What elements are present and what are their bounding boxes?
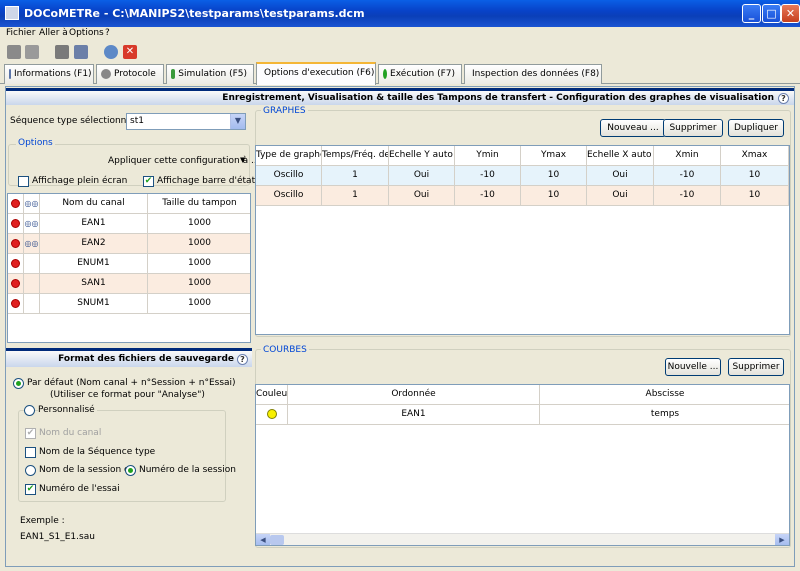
session-number-label: Numéro de la session [139, 465, 236, 475]
horizontal-scrollbar[interactable]: ◀ ▶ [256, 533, 789, 545]
save-icon[interactable] [55, 45, 69, 59]
simulation-icon [171, 69, 176, 79]
table-row[interactable]: Oscillo 1 Oui -10 10 Oui -10 10 [256, 186, 789, 206]
custom-format-label: Personnalisé [38, 405, 97, 415]
menu-aller-a[interactable]: Aller à [39, 28, 68, 38]
table-header: Type de graphe Temps/Fréq. de visu Echel… [256, 146, 789, 166]
tab-simulation[interactable]: Simulation (F5) [166, 64, 254, 84]
tab-bar: Informations (F1) Protocole Simulation (… [0, 62, 800, 85]
color-swatch-icon[interactable] [266, 409, 277, 419]
save-format-header: Format des fichiers de sauvegarde ? [6, 348, 252, 367]
stop-icon[interactable] [11, 259, 20, 268]
print-icon[interactable] [74, 45, 88, 59]
channels-table: ◎◎ Nom du canal Taille du tampon ◎◎ EAN1… [7, 193, 251, 343]
app-icon [5, 6, 19, 20]
default-format-label: Par défaut (Nom canal + n°Session + n°Es… [27, 378, 236, 388]
chevron-down-icon[interactable]: ▼ [240, 156, 245, 164]
open-icon[interactable] [25, 45, 39, 59]
delete-curve-button[interactable]: Supprimer [728, 358, 784, 376]
help-icon[interactable]: ? [237, 354, 248, 365]
table-row[interactable]: Oscillo 1 Oui -10 10 Oui -10 10 [256, 166, 789, 186]
glasses-icon[interactable]: ◎◎ [24, 234, 40, 254]
title-bar: DOCoMETRe - C:\MANIPS2\testparams\testpa… [0, 0, 800, 27]
statusbar-label: Affichage barre d'état [157, 176, 256, 186]
stop-icon[interactable] [11, 219, 20, 228]
tab-options-execution[interactable]: Options d'execution (F6) [256, 62, 376, 85]
glasses-icon[interactable]: ◎◎ [24, 214, 40, 234]
duplicate-graph-button[interactable]: Dupliquer [728, 119, 784, 137]
close-button[interactable]: ✕ [781, 4, 800, 23]
menu-bar: Fichier Aller à Options ? [0, 27, 800, 41]
new-curve-button[interactable]: Nouvelle ... [665, 358, 721, 376]
example-value: EAN1_S1_E1.sau [20, 532, 95, 542]
gear-icon [101, 69, 111, 79]
fullscreen-checkbox[interactable] [18, 176, 29, 187]
graphs-table: Type de graphe Temps/Fréq. de visu Echel… [255, 145, 790, 335]
new-graph-button[interactable]: Nouveau ... [600, 119, 666, 137]
custom-format-radio[interactable] [24, 405, 35, 416]
new-icon[interactable] [7, 45, 21, 59]
window-title: DOCoMETRe - C:\MANIPS2\testparams\testpa… [24, 7, 365, 20]
sequence-label: Séquence type sélectionnée : [10, 116, 144, 126]
default-format-radio[interactable] [13, 378, 24, 389]
channel-name-label: Nom du canal [39, 428, 102, 438]
session-number-radio[interactable] [125, 465, 136, 476]
menu-fichier[interactable]: Fichier [6, 28, 35, 38]
table-header: ◎◎ Nom du canal Taille du tampon [8, 194, 250, 214]
help-icon[interactable]: ? [778, 93, 789, 104]
table-header: Couleur Ordonnée Abscisse [256, 385, 789, 405]
channel-name-checkbox: ✔ [25, 428, 36, 439]
scroll-left-icon[interactable]: ◀ [256, 534, 270, 545]
info-icon [9, 69, 11, 79]
stop-icon[interactable] [11, 299, 20, 308]
delete-graph-button[interactable]: Supprimer [663, 119, 723, 137]
table-row[interactable]: ◎◎ EAN1 1000 [8, 214, 250, 234]
play-icon [383, 69, 388, 79]
refresh-icon[interactable] [104, 45, 118, 59]
table-row[interactable]: ENUM1 1000 [8, 254, 250, 274]
stop-icon[interactable] [11, 239, 20, 248]
session-name-radio[interactable] [25, 465, 36, 476]
table-row[interactable]: ◎◎ EAN2 1000 [8, 234, 250, 254]
delete-icon[interactable]: ✕ [123, 45, 137, 59]
stop-icon[interactable] [11, 279, 20, 288]
table-row[interactable]: SNUM1 1000 [8, 294, 250, 314]
table-row[interactable]: SAN1 1000 [8, 274, 250, 294]
trial-number-label: Numéro de l'essai [39, 484, 120, 494]
stop-icon [11, 199, 20, 208]
col-channel-name: Nom du canal [40, 194, 148, 214]
sequence-name-checkbox[interactable] [25, 447, 36, 458]
tab-informations[interactable]: Informations (F1) [4, 64, 94, 84]
minimize-button[interactable]: _ [742, 4, 761, 23]
apply-config-menu[interactable]: Appliquer cette configuration à ... [108, 156, 260, 166]
menu-options[interactable]: Options [69, 28, 104, 38]
col-buffer-size: Taille du tampon [148, 194, 250, 214]
scroll-thumb[interactable] [270, 535, 284, 545]
glasses-icon: ◎◎ [24, 194, 40, 214]
tab-inspection[interactable]: Inspection des données (F8) [464, 64, 602, 84]
maximize-button[interactable]: □ [762, 4, 781, 23]
statusbar-checkbox[interactable]: ✔ [143, 176, 154, 187]
section-header: Enregistrement, Visualisation & taille d… [6, 88, 794, 105]
tab-execution[interactable]: Exécution (F7) [378, 64, 462, 84]
courbes-title: COURBES [261, 345, 309, 355]
toolbar: ✕ [0, 41, 800, 63]
example-label: Exemple : [20, 516, 65, 526]
graphes-title: GRAPHES [261, 106, 308, 116]
options-title: Options [16, 138, 55, 148]
section-title: Enregistrement, Visualisation & taille d… [222, 93, 774, 103]
session-name-label: Nom de la session ou [39, 465, 136, 475]
trial-number-checkbox[interactable]: ✔ [25, 484, 36, 495]
chevron-down-icon[interactable]: ▼ [230, 114, 245, 129]
menu-help[interactable]: ? [105, 28, 110, 38]
sequence-name-label: Nom de la Séquence type [39, 447, 156, 457]
default-format-note: (Utiliser ce format pour "Analyse") [50, 390, 205, 400]
curves-table: Couleur Ordonnée Abscisse EAN1 temps ◀ ▶ [255, 384, 790, 546]
fullscreen-label: Affichage plein écran [32, 176, 128, 186]
tab-protocole[interactable]: Protocole [96, 64, 164, 84]
scroll-right-icon[interactable]: ▶ [775, 534, 789, 545]
table-row[interactable]: EAN1 temps [256, 405, 789, 425]
sequence-select[interactable]: st1 ▼ [126, 113, 246, 130]
